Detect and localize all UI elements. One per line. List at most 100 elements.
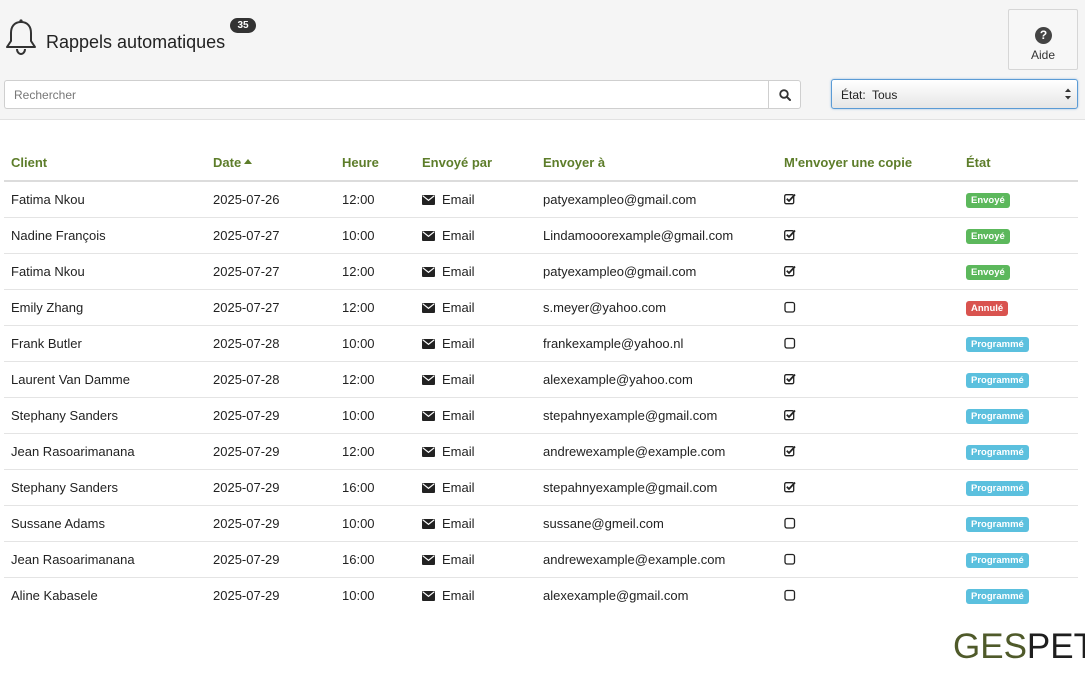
- cell-sent-by: Email: [415, 289, 536, 326]
- table-row[interactable]: Stephany Sanders 2025-07-29 10:00 Email step…: [4, 397, 1078, 434]
- search-button[interactable]: [768, 80, 801, 109]
- cell-time: 16:00: [335, 469, 415, 506]
- table-row[interactable]: Nadine François 2025-07-27 10:00 Email Linda…: [4, 217, 1078, 254]
- table-row[interactable]: Fatima Nkou 2025-07-26 12:00 Email patyexamp…: [4, 181, 1078, 218]
- column-header-status[interactable]: État: [959, 145, 1078, 182]
- checked-checkbox-icon[interactable]: [784, 193, 796, 205]
- column-header-copy[interactable]: M'envoyer une copie: [777, 145, 959, 182]
- cell-send-to: patyexampleo@gmail.com: [536, 253, 777, 290]
- cell-copy: [777, 361, 959, 398]
- column-header-time[interactable]: Heure: [335, 145, 415, 182]
- cell-sent-by: Email: [415, 433, 536, 470]
- cell-time: 12:00: [335, 253, 415, 290]
- cell-send-to: s.meyer@yahoo.com: [536, 289, 777, 326]
- status-badge: Envoyé: [966, 264, 1010, 280]
- help-button[interactable]: ? Aide: [1008, 9, 1078, 70]
- cell-time: 12:00: [335, 289, 415, 326]
- column-header-date[interactable]: Date: [206, 145, 335, 182]
- reminders-table: Client Date Heure Envoyé par Envoyer à M'envo…: [4, 145, 1078, 613]
- cell-status: Programmé: [959, 325, 1078, 362]
- table-row[interactable]: Emily Zhang 2025-07-27 12:00 Email s.meyer@y…: [4, 289, 1078, 326]
- cell-sent-by: Email: [415, 361, 536, 398]
- cell-client: Stephany Sanders: [4, 469, 206, 506]
- gespet-logo: GESPET: [953, 627, 1085, 667]
- table-row[interactable]: Stephany Sanders 2025-07-29 16:00 Email step…: [4, 469, 1078, 506]
- sent-by-label: Email: [442, 587, 475, 603]
- table-row[interactable]: Frank Butler 2025-07-28 10:00 Email frankexa…: [4, 325, 1078, 362]
- cell-date: 2025-07-28: [206, 325, 335, 362]
- cell-client: Jean Rasoarimanana: [4, 433, 206, 470]
- state-filter-value: Tous: [872, 88, 898, 102]
- cell-date: 2025-07-27: [206, 217, 335, 254]
- cell-copy: [777, 325, 959, 362]
- sent-by-label: Email: [442, 515, 475, 531]
- cell-send-to: stepahnyexample@gmail.com: [536, 397, 777, 434]
- question-circle-icon: ?: [1035, 27, 1052, 44]
- table-row[interactable]: Fatima Nkou 2025-07-27 12:00 Email patyexamp…: [4, 253, 1078, 290]
- status-badge: Programmé: [966, 444, 1029, 460]
- status-badge: Programmé: [966, 588, 1029, 604]
- unchecked-checkbox-icon[interactable]: [784, 553, 796, 565]
- cell-sent-by: Email: [415, 217, 536, 254]
- column-header-client[interactable]: Client: [4, 145, 206, 182]
- cell-sent-by: Email: [415, 541, 536, 578]
- cell-status: Annulé: [959, 289, 1078, 326]
- table-row[interactable]: Sussane Adams 2025-07-29 10:00 Email sussane…: [4, 505, 1078, 542]
- reminder-count-badge: 35: [230, 18, 256, 33]
- cell-date: 2025-07-29: [206, 397, 335, 434]
- cell-client: Frank Butler: [4, 325, 206, 362]
- sent-by-label: Email: [442, 263, 475, 279]
- sent-by-label: Email: [442, 407, 475, 423]
- column-header-label: Heure: [342, 155, 379, 170]
- cell-date: 2025-07-29: [206, 541, 335, 578]
- page-title: Rappels automatiques: [46, 32, 226, 52]
- cell-copy: [777, 541, 959, 578]
- envelope-icon: [422, 518, 435, 529]
- cell-copy: [777, 253, 959, 290]
- table-row[interactable]: Jean Rasoarimanana 2025-07-29 12:00 Email an…: [4, 433, 1078, 470]
- cell-copy: [777, 181, 959, 218]
- cell-time: 12:00: [335, 361, 415, 398]
- checked-checkbox-icon[interactable]: [784, 409, 796, 421]
- unchecked-checkbox-icon[interactable]: [784, 517, 796, 529]
- sent-by-label: Email: [442, 227, 475, 243]
- logo-part-pet: PET: [1026, 627, 1085, 666]
- checked-checkbox-icon[interactable]: [784, 445, 796, 457]
- column-header-sent-by[interactable]: Envoyé par: [415, 145, 536, 182]
- cell-send-to: alexexample@gmail.com: [543, 587, 689, 603]
- cell-time: 10:00: [335, 217, 415, 254]
- column-header-send-to[interactable]: Envoyer à: [536, 145, 777, 182]
- table-row[interactable]: Jean Rasoarimanana 2025-07-29 16:00 Email an…: [4, 541, 1078, 578]
- checked-checkbox-icon[interactable]: [784, 373, 796, 385]
- envelope-icon: [422, 482, 435, 493]
- search-input[interactable]: [4, 80, 769, 109]
- state-filter-select[interactable]: État: Tous: [831, 79, 1078, 109]
- unchecked-checkbox-icon[interactable]: [784, 301, 796, 313]
- envelope-icon: [422, 374, 435, 385]
- cell-status: Programmé: [959, 505, 1078, 542]
- envelope-icon: [422, 194, 435, 205]
- envelope-icon: [422, 554, 435, 565]
- checked-checkbox-icon[interactable]: [784, 481, 796, 493]
- sent-by-label: Email: [442, 335, 475, 351]
- envelope-icon: [422, 302, 435, 313]
- cell-client: Aline Kabasele: [11, 587, 98, 603]
- checked-checkbox-icon[interactable]: [784, 265, 796, 277]
- checked-checkbox-icon[interactable]: [784, 229, 796, 241]
- cell-sent-by: Email: [415, 397, 536, 434]
- unchecked-checkbox-icon[interactable]: [784, 337, 796, 349]
- cell-status: Envoyé: [959, 181, 1078, 218]
- unchecked-checkbox-icon[interactable]: [784, 589, 796, 601]
- envelope-icon: [422, 410, 435, 421]
- column-header-label: Envoyer à: [543, 155, 606, 170]
- cell-send-to: sussane@gmeil.com: [536, 505, 777, 542]
- table-row[interactable]: Aline Kabasele 2025-07-29 10:00 Email alexex…: [4, 577, 1078, 613]
- sent-by-label: Email: [442, 299, 475, 315]
- cell-copy: [777, 217, 959, 254]
- cell-time: 10:00: [335, 325, 415, 362]
- cell-send-to: alexexample@yahoo.com: [536, 361, 777, 398]
- table-row[interactable]: Laurent Van Damme 2025-07-28 12:00 Email ale…: [4, 361, 1078, 398]
- column-header-label: État: [966, 155, 991, 170]
- status-badge: Envoyé: [966, 192, 1010, 208]
- status-badge: Annulé: [966, 300, 1009, 316]
